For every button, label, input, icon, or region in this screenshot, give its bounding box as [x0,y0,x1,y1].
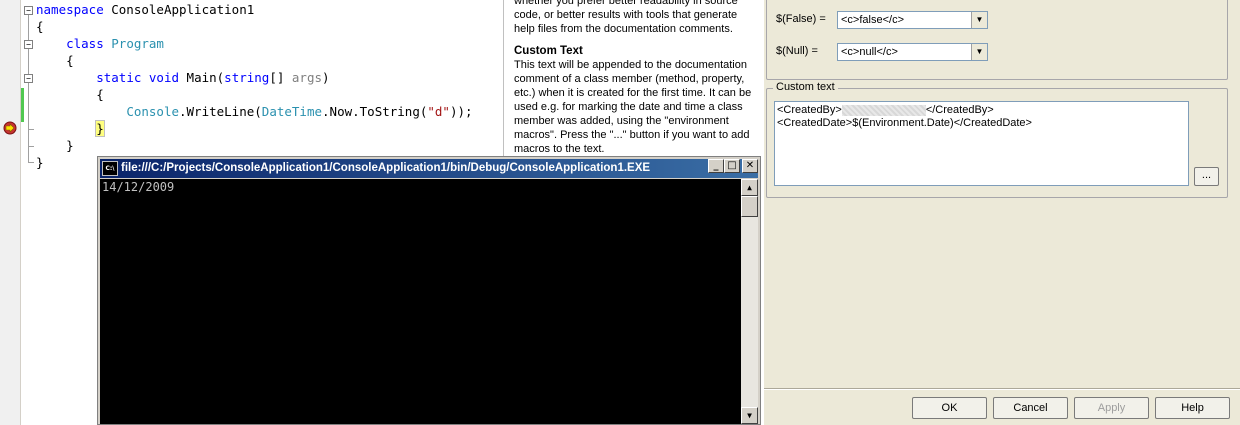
macro-values-groupbox [766,0,1228,80]
ok-button[interactable]: OK [912,397,987,419]
console-window[interactable]: C:\ file:///C:/Projects/ConsoleApplicati… [97,156,761,425]
false-value-text: <c>false</c> [841,14,904,26]
code-token: ) [322,70,330,85]
scroll-up-button[interactable]: ▲ [741,179,758,196]
help-intro-line: whether you prefer better readability in… [514,0,738,7]
code-token: Console [126,104,179,119]
outline-line [28,15,29,162]
close-button[interactable]: ✕ [742,159,758,173]
console-vertical-scrollbar[interactable]: ▲ ▼ [741,179,758,424]
code-token: .Now.ToString( [322,104,428,119]
custom-text-line1-start: <CreatedBy> [777,104,842,116]
code-token: args [291,70,323,85]
code-token: { [36,53,74,68]
scroll-down-button[interactable]: ▼ [741,407,758,424]
outline-end [28,129,34,130]
code-line[interactable]: class Program [36,35,164,52]
code-line[interactable]: static void Main(string[] args) [36,69,330,86]
code-token: Main( [179,70,225,85]
outline-end [28,162,34,163]
false-value-combo[interactable]: <c>false</c> ▼ [837,11,988,29]
help-button[interactable]: Help [1155,397,1230,419]
code-token: [] [269,70,292,85]
console-output-text: 14/12/2009 [102,180,175,194]
collapse-method-icon[interactable]: − [24,74,33,83]
collapse-class-icon[interactable]: − [24,40,33,49]
breakpoint-current-statement-icon[interactable] [3,121,17,135]
code-line[interactable]: } [36,137,74,154]
change-tracking-bar [21,88,24,122]
help-intro-line: help files from the documentation commen… [514,23,733,35]
null-value-combo[interactable]: <c>null</c> ▼ [837,43,988,61]
console-output-area[interactable]: 14/12/2009 [100,179,741,424]
code-line[interactable]: { [36,86,104,103]
custom-text-line1-end: </CreatedBy> [925,104,994,116]
insert-macro-button[interactable]: ... [1194,167,1219,186]
options-panel: $(False) = <c>false</c> ▼ $(Null) = <c>n… [764,0,1240,425]
editor-gutter[interactable] [0,0,21,425]
code-token: } [95,120,105,137]
code-token: namespace [36,2,104,17]
code-token: string [224,70,270,85]
console-title-bar[interactable]: C:\ file:///C:/Projects/ConsoleApplicati… [100,159,758,178]
chevron-down-icon[interactable]: ▼ [971,44,987,60]
custom-text-line2: <CreatedDate>$(Environment.Date)</Create… [777,117,1032,129]
code-token: } [36,138,74,153]
maximize-button[interactable]: □ [724,159,740,173]
code-token: )); [449,104,473,119]
code-line[interactable]: { [36,18,44,35]
console-app-icon[interactable]: C:\ [102,161,118,176]
minimize-button[interactable]: _ [708,159,724,173]
null-value-text: <c>null</c> [841,46,898,58]
collapse-namespace-icon[interactable]: − [24,6,33,15]
custom-text-legend: Custom text [773,81,838,93]
code-token: ConsoleApplication1 [103,2,255,17]
console-title: file:///C:/Projects/ConsoleApplication1/… [121,162,651,174]
false-macro-label: $(False) = [776,13,826,25]
custom-text-heading: Custom Text [514,45,583,57]
null-macro-label: $(Null) = [776,45,818,57]
button-bar-separator [764,388,1240,390]
code-line[interactable]: Console.WriteLine(DateTime.Now.ToString(… [36,103,473,120]
help-intro-line: code, or better results with tools that … [514,9,738,21]
cancel-button[interactable]: Cancel [993,397,1068,419]
apply-button[interactable]: Apply [1074,397,1149,419]
scrollbar-thumb[interactable] [741,196,758,217]
help-intro-text: whether you prefer better readability in… [514,0,759,36]
custom-text-textarea[interactable]: <CreatedBy> </CreatedBy> <CreatedDate>$(E… [774,101,1189,186]
code-token: void [148,70,180,85]
custom-text-description: This text will be appended to the docume… [514,59,752,155]
chevron-down-icon[interactable]: ▼ [971,12,987,28]
code-token: .WriteLine( [179,104,262,119]
code-token: class [66,36,104,51]
code-line[interactable]: { [36,52,74,69]
code-token: DateTime [261,104,323,119]
outline-end [28,146,34,147]
code-token: Program [111,36,164,51]
code-token: static [96,70,142,85]
code-token: { [36,19,44,34]
code-token: "d" [427,104,450,119]
code-token: } [36,155,44,170]
code-line[interactable]: } [36,120,105,137]
code-line[interactable]: } [36,154,44,171]
code-line[interactable]: namespace ConsoleApplication1 [36,1,254,18]
code-token: { [36,87,104,102]
redacted-username [841,104,926,116]
